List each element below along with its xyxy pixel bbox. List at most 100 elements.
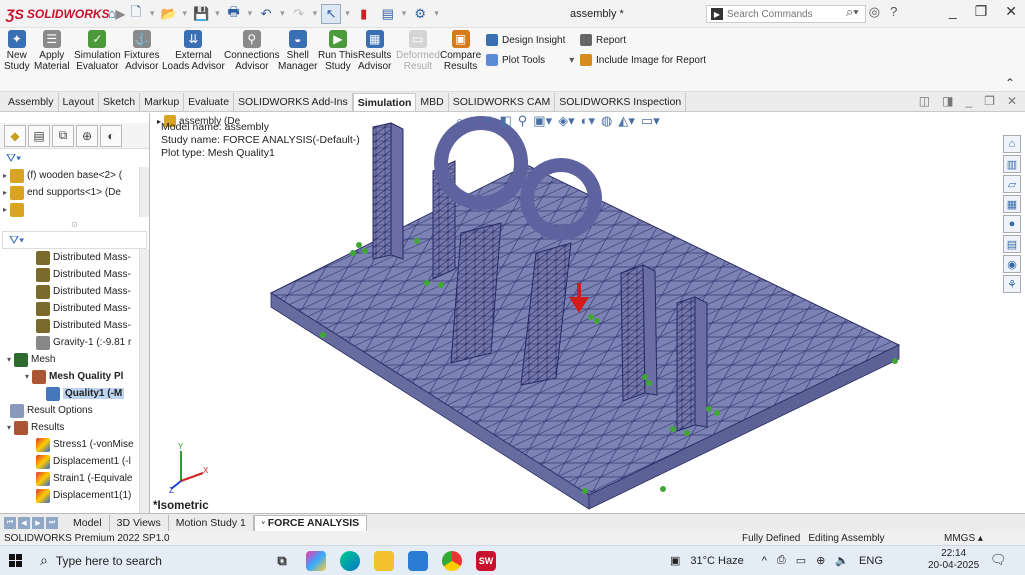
last-tab-icon[interactable]: ⏭ <box>46 516 58 529</box>
tree-item-distributed-mass-2[interactable]: Distributed Mass- <box>0 266 149 283</box>
viewport-tile-icon[interactable]: ◫ <box>919 94 930 108</box>
study-tree-scrollbar[interactable] <box>139 249 149 521</box>
viewport-close-icon[interactable]: ✕ <box>1007 94 1017 108</box>
redo-icon[interactable]: ↷ <box>289 4 309 24</box>
undo-icon[interactable]: ↶ <box>256 4 276 24</box>
options-gear-icon[interactable]: ⚙ <box>410 4 430 24</box>
tree-item-results[interactable]: ▾ Results <box>0 419 149 436</box>
home-icon[interactable]: ⌂ <box>102 4 122 24</box>
apply-material-button[interactable]: ☰ Apply Material <box>34 30 70 72</box>
close-icon[interactable]: ✕ <box>1005 3 1017 20</box>
next-tab-icon[interactable]: ▶ <box>32 516 44 529</box>
apply-scene-icon[interactable]: ◭▾ <box>618 113 635 129</box>
file-properties-icon[interactable]: ▤ <box>378 4 398 24</box>
view-settings-icon[interactable]: ▭▾ <box>641 113 660 129</box>
rebuild-icon[interactable]: ▮ <box>354 4 374 24</box>
dimxpert-tab-icon[interactable]: ⊕ <box>76 124 98 147</box>
help-icon[interactable]: ? <box>890 4 897 20</box>
weather-icon[interactable]: ▣ <box>670 554 680 567</box>
battery-icon[interactable]: ▭ <box>796 554 806 567</box>
configuration-manager-tab-icon[interactable]: ⧉ <box>52 124 74 147</box>
tree-item-distributed-mass-1[interactable]: Distributed Mass- <box>0 249 149 266</box>
tree-item-strain1[interactable]: Strain1 (-Equivale <box>0 470 149 487</box>
tree-item-displacement1-1[interactable]: Displacement1(1) <box>0 487 149 504</box>
tree-item-mesh-quality-plot[interactable]: ▾ Mesh Quality Pl <box>0 368 149 385</box>
tree-item-end-supports[interactable]: ▸ end supports<1> (De <box>0 184 149 201</box>
deformed-result-button[interactable]: ▭ Deformed Result <box>396 30 440 72</box>
tree-item-result-options[interactable]: Result Options <box>0 402 149 419</box>
tab-3d-views[interactable]: 3D Views <box>110 514 169 531</box>
tree-item-wooden-base[interactable]: ▸ (f) wooden base<2> ( <box>0 167 149 184</box>
connections-advisor-button[interactable]: ⚲ Connections Advisor <box>224 30 280 72</box>
tree-item-quality1[interactable]: Quality1 (-M <box>0 385 149 402</box>
select-icon[interactable]: ↖ <box>321 3 342 24</box>
simulation-evaluator-button[interactable]: ✓ Simulation Evaluator <box>74 30 121 72</box>
new-study-button[interactable]: ✦ New Study <box>4 30 30 72</box>
clock[interactable]: 22:14 20-04-2025 <box>928 548 979 572</box>
plot-tools-button[interactable]: Plot Tools ▾ <box>486 54 574 66</box>
graphics-area[interactable]: ▸ assembly (De Model name: assembly Study… <box>151 113 1025 513</box>
tree-item-displacement1[interactable]: Displacement1 (-l <box>0 453 149 470</box>
open-icon[interactable]: 📂 <box>159 4 179 24</box>
tab-evaluate[interactable]: Evaluate <box>184 93 235 111</box>
tab-simulation[interactable]: Simulation <box>352 93 417 111</box>
section-view-icon[interactable]: ◧ <box>499 113 511 129</box>
edge-icon[interactable] <box>340 550 360 571</box>
outlook-icon[interactable] <box>408 550 428 571</box>
tab-force-analysis[interactable]: ᵛ FORCE ANALYSIS <box>253 514 368 531</box>
appearances-icon[interactable]: ● <box>1003 215 1021 233</box>
custom-properties-icon[interactable]: ▤ <box>1003 235 1021 253</box>
display-style-icon[interactable]: ◈▾ <box>558 113 575 129</box>
task-view-icon[interactable]: ⧉ <box>272 551 292 571</box>
save-icon[interactable]: 💾 <box>191 4 211 24</box>
usb-icon[interactable]: ⎙ <box>777 554 786 567</box>
tree-item-distributed-mass-3[interactable]: Distributed Mass- <box>0 283 149 300</box>
new-document-icon[interactable]: 🗋 <box>126 4 146 24</box>
tab-mbd[interactable]: MBD <box>416 93 449 111</box>
tree-item-mesh[interactable]: ▾ Mesh <box>0 351 149 368</box>
viewport-restore-icon[interactable]: ❐ <box>984 94 995 108</box>
search-commands[interactable]: ▶ <box>706 5 866 23</box>
file-explorer-taskbar-icon[interactable] <box>374 550 394 571</box>
external-loads-advisor-button[interactable]: ⇊ External Loads Advisor <box>162 30 225 72</box>
property-manager-tab-icon[interactable]: ▤ <box>28 124 50 147</box>
tree-scrollbar[interactable] <box>139 167 149 217</box>
design-insight-button[interactable]: Design Insight <box>486 34 565 46</box>
view-orientation-icon[interactable]: ▣▾ <box>533 113 552 129</box>
hide-show-icon[interactable]: ◐▾ <box>581 113 595 129</box>
tab-assembly[interactable]: Assembly <box>4 93 59 111</box>
run-this-study-button[interactable]: ▶ Run This Study <box>318 30 358 72</box>
tab-addins[interactable]: SOLIDWORKS Add-Ins <box>234 93 353 111</box>
tab-layout[interactable]: Layout <box>59 93 100 111</box>
viewport-split-icon[interactable]: ◨ <box>942 94 953 108</box>
tree-item-distributed-mass-4[interactable]: Distributed Mass- <box>0 300 149 317</box>
viewport-minimize-icon[interactable]: _ <box>965 94 972 108</box>
prev-tab-icon[interactable]: ◀ <box>18 516 30 529</box>
tree-item-distributed-mass-5[interactable]: Distributed Mass- <box>0 317 149 334</box>
edit-appearance-icon[interactable]: ◍ <box>601 113 612 129</box>
tree-item-gravity[interactable]: Gravity-1 (:-9.81 r <box>0 334 149 351</box>
restore-icon[interactable]: ❐ <box>975 3 988 20</box>
solidworks-resources-icon[interactable]: ⌂ <box>1003 135 1021 153</box>
solidworks-forum-icon[interactable]: ◉ <box>1003 255 1021 273</box>
print-icon[interactable]: 🖶 <box>224 4 244 24</box>
tab-sketch[interactable]: Sketch <box>99 93 141 111</box>
report-button[interactable]: Report <box>580 34 626 46</box>
simulation-advisor-icon[interactable]: ⚘ <box>1003 275 1021 293</box>
tray-overflow-icon[interactable]: ^ <box>762 555 767 567</box>
weather-text[interactable]: 31°C Haze <box>690 555 743 567</box>
results-advisor-button[interactable]: ▦ Results Advisor <box>358 30 391 72</box>
zoom-to-fit-icon[interactable]: ⌕ <box>456 113 463 129</box>
first-tab-icon[interactable]: ⏮ <box>4 516 16 529</box>
notification-icon[interactable]: 🗨 <box>990 552 1007 568</box>
tab-motion-study-1[interactable]: Motion Study 1 <box>169 514 254 531</box>
zoom-area-icon[interactable]: ⌕ <box>469 113 476 129</box>
include-image-button[interactable]: Include Image for Report <box>580 54 706 66</box>
panel-splitter[interactable]: ⊙ <box>0 217 149 231</box>
network-icon[interactable]: ⊕ <box>816 554 825 567</box>
unit-system[interactable]: MMGS ▴ <box>944 533 983 544</box>
compare-results-button[interactable]: ▣ Compare Results <box>440 30 481 72</box>
user-icon[interactable]: ◎ <box>869 4 880 20</box>
search-input[interactable] <box>727 8 837 20</box>
shell-manager-button[interactable]: ◒ Shell Manager <box>278 30 317 72</box>
